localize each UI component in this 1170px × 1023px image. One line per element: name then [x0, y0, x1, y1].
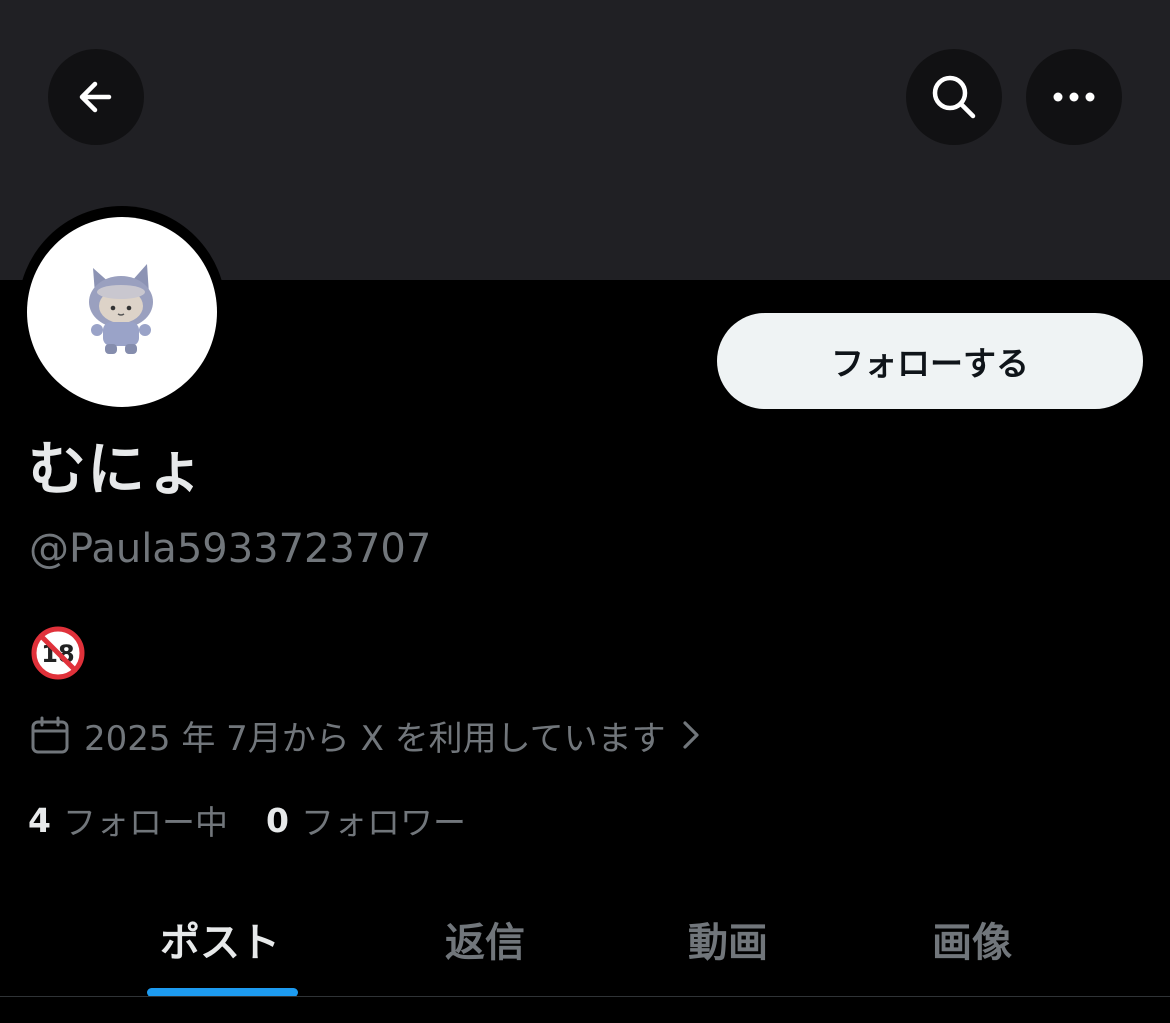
- joined-date-text: 2025 年 7月から X を利用しています: [84, 718, 666, 759]
- no-under-18-emoji: 18: [31, 626, 85, 680]
- follow-stats: 4 フォロー中 0 フォロワー: [28, 796, 466, 844]
- tabs-divider: [0, 996, 1170, 997]
- search-icon: [930, 73, 978, 121]
- tab-videos[interactable]: 動画: [608, 880, 848, 997]
- more-horizontal-icon: [1052, 91, 1096, 103]
- following-count: 4: [28, 800, 51, 840]
- following-link[interactable]: 4 フォロー中: [28, 796, 228, 844]
- profile-tabs: ポスト 返信 動画 画像: [0, 880, 1170, 997]
- avatar[interactable]: [27, 217, 217, 407]
- more-options-button[interactable]: [1026, 49, 1122, 145]
- chevron-right-icon: [680, 718, 702, 752]
- display-name: むにょ: [28, 435, 206, 503]
- followers-link[interactable]: 0 フォロワー: [266, 796, 466, 844]
- back-button[interactable]: [48, 49, 144, 145]
- tab-posts[interactable]: ポスト: [100, 880, 340, 997]
- bio: 18: [30, 625, 86, 681]
- tab-replies[interactable]: 返信: [365, 880, 605, 997]
- user-handle: @Paula5933723707: [29, 526, 432, 572]
- followers-label: フォロワー: [300, 803, 466, 842]
- arrow-left-icon: [75, 76, 117, 118]
- tab-images[interactable]: 画像: [852, 880, 1092, 997]
- follow-button[interactable]: フォローする: [717, 313, 1143, 409]
- joined-date-row[interactable]: 2025 年 7月から X を利用しています: [30, 713, 702, 759]
- followers-count: 0: [265, 800, 289, 840]
- calendar-icon: [30, 715, 70, 755]
- avatar-character-image: [89, 264, 153, 354]
- search-button[interactable]: [906, 49, 1002, 145]
- following-label: フォロー中: [62, 803, 228, 842]
